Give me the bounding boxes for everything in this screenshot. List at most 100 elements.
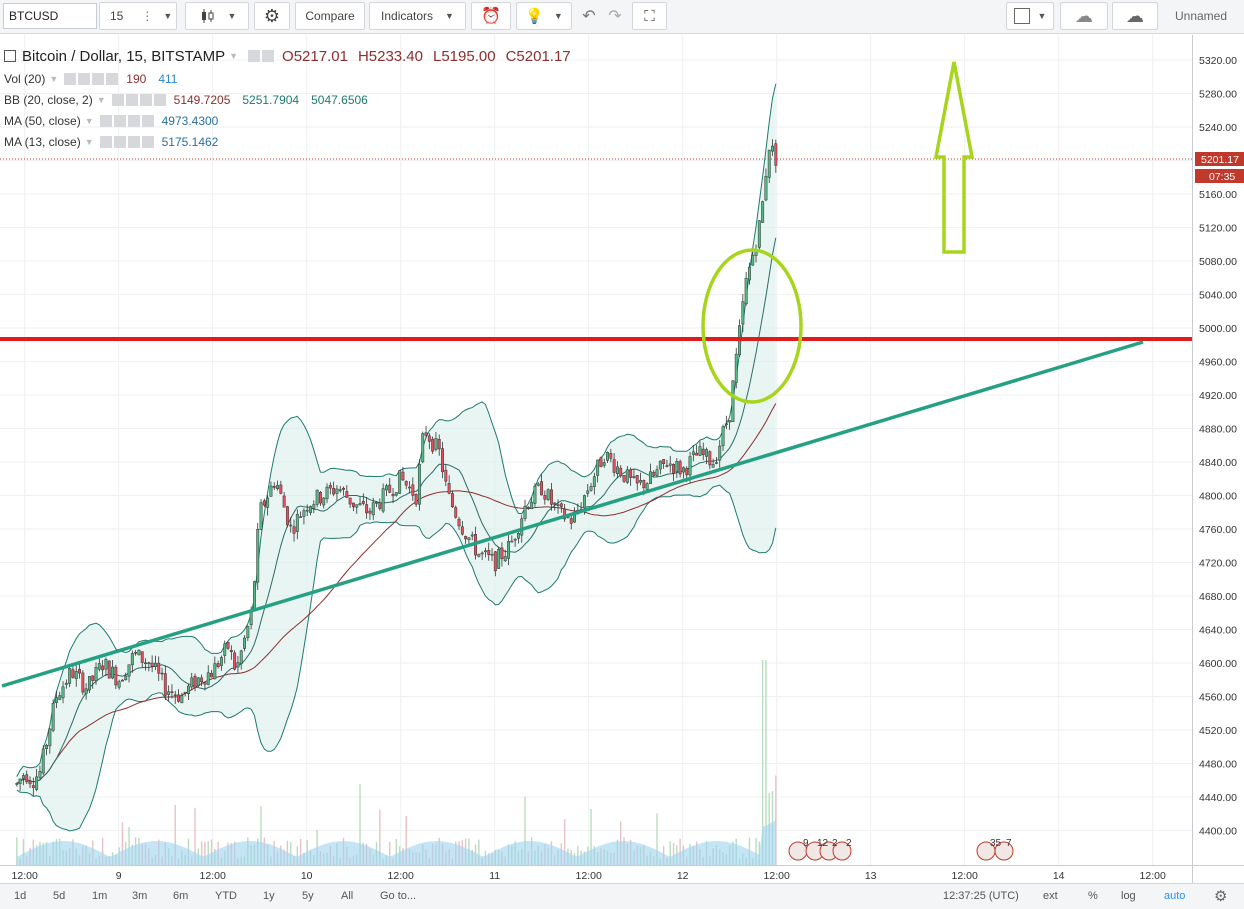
candle (51, 699, 55, 733)
price-tick-label: 5320.00 (1199, 55, 1237, 67)
more-vertical-icon: ⋮ (141, 9, 154, 23)
collapse-icon[interactable] (4, 50, 16, 62)
range-5y[interactable]: 5y (302, 890, 314, 902)
time-tick-label: 11 (489, 870, 500, 882)
auto-toggle[interactable]: auto (1164, 890, 1185, 902)
chevron-down-icon[interactable]: ▼ (229, 51, 238, 61)
symbol-input[interactable] (3, 3, 97, 29)
candle (196, 677, 200, 688)
cloud-load-button[interactable]: ☁ (1060, 2, 1108, 30)
goto-button[interactable]: Go to... (380, 890, 416, 902)
price-tick-label: 4960.00 (1199, 357, 1237, 369)
range-6m[interactable]: 6m (173, 890, 188, 902)
time-tick-label: 12 (677, 870, 689, 882)
ideas-button[interactable]: 💡 ▼ (516, 2, 572, 30)
vol-value-1: 190 (126, 71, 147, 86)
up-arrow-annotation[interactable] (933, 61, 975, 254)
bb-upper-value: 5251.7904 (242, 92, 300, 107)
cloud-download-icon: ☁ (1075, 5, 1093, 26)
price-tick-label: 4760.00 (1199, 524, 1237, 536)
interval-select[interactable]: 15 ⋮ ▼ (99, 2, 177, 30)
percent-toggle[interactable]: % (1088, 890, 1098, 902)
lightbulb-icon: 💡 (525, 8, 544, 25)
time-tick-label: 10 (301, 870, 313, 882)
legend-controls[interactable] (64, 72, 119, 85)
chevron-down-icon[interactable]: ▼ (97, 95, 106, 105)
price-tick-label: 5280.00 (1199, 89, 1237, 101)
fullscreen-icon: ⛶ (644, 7, 655, 25)
legend-ma50-row: MA (50, close) ▼ 4973.4300 (4, 110, 571, 131)
ma50-name: MA (50, close) (4, 113, 81, 128)
event-count: 2 (832, 838, 838, 849)
open-value: O5217.01 (282, 47, 348, 65)
indicators-button[interactable]: Indicators ▼ (369, 2, 466, 30)
event-markers-group-1[interactable]: 9 12 2 2 (788, 838, 852, 861)
bb-basis-value: 5149.7205 (173, 92, 231, 107)
time-tick-label: 13 (865, 870, 877, 882)
redo-button[interactable]: ↷ (602, 2, 628, 30)
axis-corner (1192, 865, 1244, 884)
log-toggle[interactable]: log (1121, 890, 1136, 902)
bb-lower-value: 5047.6506 (311, 92, 368, 107)
vol-name: Vol (20) (4, 71, 46, 86)
range-3m[interactable]: 3m (132, 890, 147, 902)
chevron-down-icon: ▼ (163, 11, 173, 21)
range-1y[interactable]: 1y (263, 890, 275, 902)
gear-icon[interactable]: ⚙ (1214, 887, 1227, 905)
time-tick-label: 12:00 (1140, 870, 1166, 882)
range-all[interactable]: All (341, 890, 353, 902)
legend-controls[interactable] (111, 93, 166, 106)
legend-controls[interactable] (99, 135, 154, 148)
time-tick-label: 12:00 (12, 870, 38, 882)
time-tick-label: 12:00 (200, 870, 226, 882)
chevron-down-icon[interactable]: ▼ (85, 137, 94, 147)
time-tick-label: 9 (116, 870, 122, 882)
price-tick-label: 4560.00 (1199, 692, 1237, 704)
ma13-value: 5175.1462 (161, 134, 219, 149)
price-tick-label: 5120.00 (1199, 223, 1237, 235)
alert-button[interactable]: ⏰ (471, 2, 511, 30)
price-tick-label: 4880.00 (1199, 424, 1237, 436)
price-tick-label: 4640.00 (1199, 625, 1237, 637)
event-markers-group-2[interactable]: 35 7 (976, 838, 1014, 861)
chevron-down-icon[interactable]: ▼ (85, 116, 94, 126)
candle (546, 488, 550, 502)
price-tick-label: 4600.00 (1199, 658, 1237, 670)
fullscreen-button[interactable]: ⛶ (632, 2, 667, 30)
support-trendline[interactable] (1, 340, 1144, 688)
settings-button[interactable]: ⚙ (254, 2, 290, 30)
price-tick-label: 5080.00 (1199, 256, 1237, 268)
time-axis[interactable]: 12:00 9 12:00 10 12:00 11 12:00 12 12:00 13 12:00 1… (0, 865, 1192, 884)
price-tick-label: 5000.00 (1199, 323, 1237, 335)
price-chart[interactable]: 9 12 2 2 35 7 (0, 35, 1192, 865)
range-5d[interactable]: 5d (53, 890, 65, 902)
layout-button[interactable]: ▼ (1006, 2, 1054, 30)
candle (734, 347, 738, 389)
indicators-label: Indicators (381, 9, 434, 23)
vol-value-2: 411 (158, 71, 178, 86)
range-ytd[interactable]: YTD (215, 890, 237, 902)
candle (398, 470, 402, 494)
legend-controls[interactable] (248, 50, 275, 62)
bb-name: BB (20, close, 2) (4, 92, 93, 107)
candlestick-icon (201, 9, 214, 23)
range-1m[interactable]: 1m (92, 890, 107, 902)
chart-style-button[interactable]: ▼ (185, 2, 249, 30)
cloud-save-button[interactable]: ☁ (1112, 2, 1158, 30)
countdown-label: 07:35 (1209, 171, 1235, 183)
compare-button[interactable]: Compare (295, 2, 365, 30)
undo-button[interactable]: ↶ (576, 2, 602, 30)
candle (107, 660, 111, 679)
price-tick-label: 4520.00 (1199, 725, 1237, 737)
candle (497, 547, 501, 569)
ext-toggle[interactable]: ext (1043, 890, 1058, 902)
range-1d[interactable]: 1d (14, 890, 26, 902)
candle (285, 505, 289, 528)
price-axis[interactable]: 5320.005280.005240.005200.005160.005120.… (1192, 35, 1244, 865)
candle (41, 745, 45, 775)
legend-controls[interactable] (99, 114, 154, 127)
candle (431, 436, 435, 454)
event-count: 35 (990, 838, 1002, 849)
layout-name[interactable]: Unnamed (1160, 2, 1242, 30)
chevron-down-icon[interactable]: ▼ (49, 74, 58, 84)
